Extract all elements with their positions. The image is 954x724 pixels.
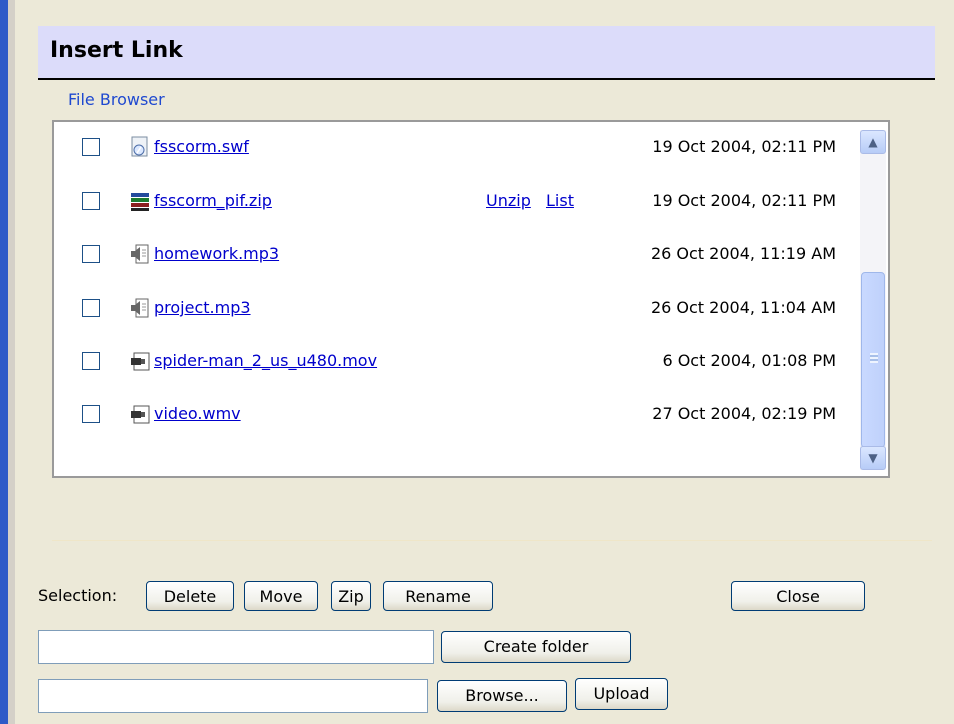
audio-file-icon [130, 243, 150, 265]
file-name-link[interactable]: fsscorm_pif.zip [154, 191, 272, 210]
file-date: 19 Oct 2004, 02:11 PM [652, 191, 836, 210]
file-name-link[interactable]: homework.mp3 [154, 244, 279, 263]
list-link[interactable]: List [546, 191, 574, 210]
video-file-icon [130, 350, 150, 372]
file-checkbox[interactable] [82, 405, 100, 423]
folder-name-input[interactable] [38, 630, 434, 664]
file-date: 26 Oct 2004, 11:04 AM [650, 298, 836, 317]
audio-file-icon [130, 297, 150, 319]
scroll-down-button[interactable]: ▼ [860, 446, 886, 470]
file-checkbox[interactable] [82, 245, 100, 263]
selection-label: Selection: [38, 586, 118, 605]
file-row: fsscorm.swf 19 Oct 2004, 02:11 PM [54, 132, 854, 166]
file-checkbox[interactable] [82, 138, 100, 156]
chevron-up-icon: ▲ [868, 135, 878, 149]
file-name-link[interactable]: project.mp3 [154, 298, 251, 317]
dialog-title-bar: Insert Link [38, 26, 935, 80]
window-left-border [0, 0, 8, 724]
move-button[interactable]: Move [244, 581, 318, 611]
vertical-scrollbar[interactable]: ▲ ▼ [860, 130, 886, 470]
zip-archive-icon [130, 190, 150, 212]
file-row: fsscorm_pif.zip Unzip List 19 Oct 2004, … [54, 186, 854, 220]
rename-button[interactable]: Rename [383, 581, 493, 611]
file-row: video.wmv 27 Oct 2004, 02:19 PM [54, 399, 854, 433]
flash-file-icon [130, 136, 150, 158]
scrollbar-thumb[interactable] [861, 272, 885, 448]
create-folder-button[interactable]: Create folder [441, 631, 631, 663]
dialog-title: Insert Link [50, 38, 183, 63]
video-file-icon [130, 403, 150, 425]
file-checkbox[interactable] [82, 299, 100, 317]
file-row: project.mp3 26 Oct 2004, 11:04 AM [54, 293, 854, 327]
upload-button[interactable]: Upload [575, 678, 668, 710]
scroll-up-button[interactable]: ▲ [860, 130, 886, 154]
file-name-link[interactable]: spider-man_2_us_u480.mov [154, 351, 377, 370]
chevron-down-icon: ▼ [868, 451, 878, 465]
file-checkbox[interactable] [82, 352, 100, 370]
file-list: fsscorm.swf 19 Oct 2004, 02:11 PM fsscor… [52, 120, 890, 478]
unzip-link[interactable]: Unzip [486, 191, 531, 210]
delete-button[interactable]: Delete [146, 581, 234, 611]
file-date: 6 Oct 2004, 01:08 PM [662, 351, 836, 370]
file-checkbox[interactable] [82, 192, 100, 210]
upload-file-path-input[interactable] [38, 679, 428, 713]
file-name-link[interactable]: fsscorm.swf [154, 137, 249, 156]
section-divider [52, 540, 932, 541]
file-browser-heading: File Browser [68, 90, 165, 109]
zip-button[interactable]: Zip [331, 581, 371, 611]
file-date: 19 Oct 2004, 02:11 PM [652, 137, 836, 156]
file-date: 26 Oct 2004, 11:19 AM [650, 244, 836, 263]
file-date: 27 Oct 2004, 02:19 PM [652, 404, 836, 423]
file-row: homework.mp3 26 Oct 2004, 11:19 AM [54, 239, 854, 273]
scroll-grip-icon [870, 353, 878, 363]
browse-button[interactable]: Browse... [437, 680, 567, 712]
file-name-link[interactable]: video.wmv [154, 404, 241, 423]
file-row: spider-man_2_us_u480.mov 6 Oct 2004, 01:… [54, 346, 854, 380]
close-button[interactable]: Close [731, 581, 865, 611]
